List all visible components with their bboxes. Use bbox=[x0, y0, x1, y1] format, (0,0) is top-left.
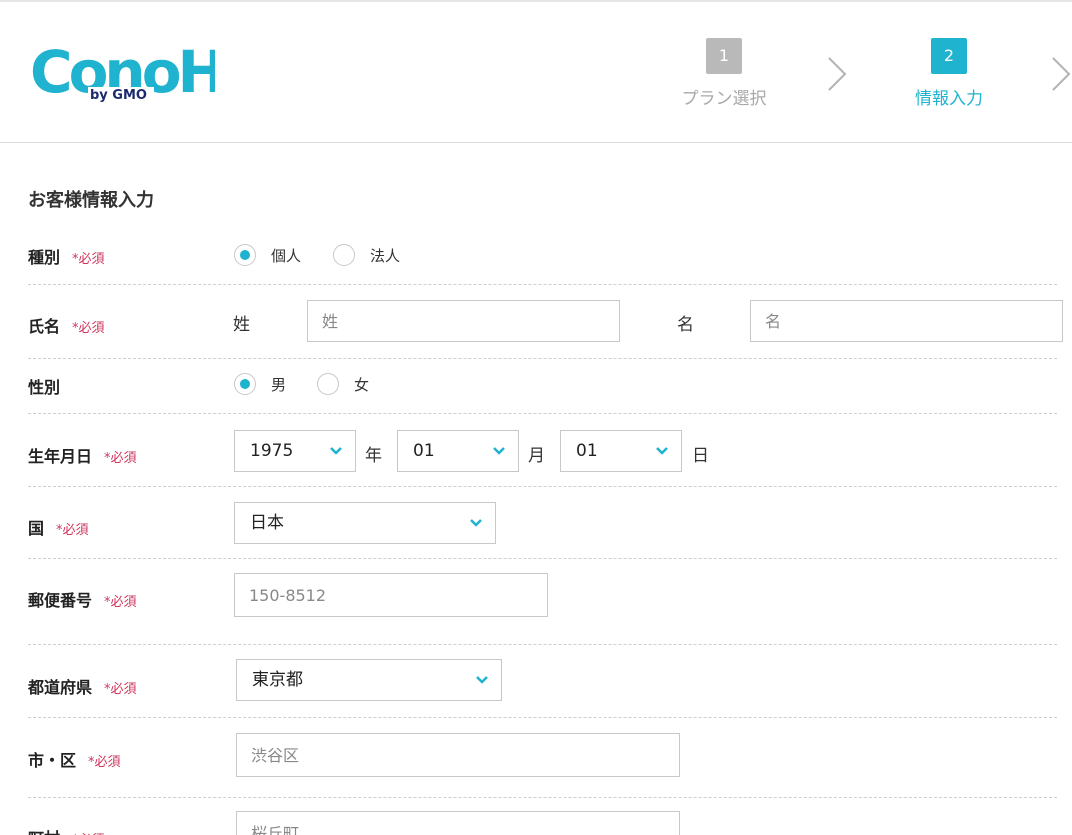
label-text: 都道府県 bbox=[28, 678, 93, 697]
field-label: 国 *必須 bbox=[28, 515, 89, 539]
required-mark: *必須 bbox=[104, 595, 137, 610]
day-unit: 日 bbox=[692, 446, 709, 466]
required-mark: *必須 bbox=[72, 321, 105, 336]
chevron-right-icon bbox=[1052, 57, 1071, 91]
step-label: プラン選択 bbox=[681, 89, 767, 109]
chevron-down-icon bbox=[656, 447, 668, 455]
birth-day-select[interactable]: 01 bbox=[560, 430, 682, 472]
chevron-down-icon bbox=[493, 447, 505, 455]
step-plan-select: 1 プラン選択 bbox=[669, 38, 779, 109]
required-mark: *必須 bbox=[104, 451, 137, 466]
label-text: 国 bbox=[28, 519, 45, 538]
radio-label: 法人 bbox=[370, 247, 401, 265]
row-country: 国 *必須 日本 bbox=[28, 501, 1072, 545]
town-input[interactable] bbox=[236, 811, 680, 835]
city-input[interactable] bbox=[236, 733, 680, 777]
year-unit: 年 bbox=[365, 446, 382, 466]
first-name-label: 名 bbox=[677, 315, 694, 335]
required-mark: *必須 bbox=[72, 252, 105, 267]
radio-corporate[interactable] bbox=[333, 244, 355, 266]
section-title: お客様情報入力 bbox=[28, 190, 154, 211]
header: ConoHa by GMO 1 プラン選択 2 情報入力 bbox=[0, 2, 1072, 143]
chevron-down-icon bbox=[330, 447, 342, 455]
row-town: 町村*必須 bbox=[28, 810, 1072, 835]
divider bbox=[28, 284, 1057, 285]
step-number: 2 bbox=[931, 38, 967, 74]
label-text: 生年月日 bbox=[28, 447, 93, 466]
birth-month-select[interactable]: 01 bbox=[397, 430, 519, 472]
select-value: 1975 bbox=[250, 441, 294, 461]
country-select[interactable]: 日本 bbox=[234, 502, 496, 544]
field-label: 生年月日 *必須 bbox=[28, 443, 137, 467]
divider bbox=[28, 797, 1057, 798]
field-label: 郵便番号 *必須 bbox=[28, 587, 137, 611]
chevron-right-icon bbox=[828, 57, 847, 91]
field-label: 種別 *必須 bbox=[28, 244, 105, 268]
row-name: 氏名 *必須 姓 名 bbox=[28, 298, 1072, 344]
first-name-input[interactable] bbox=[750, 300, 1063, 342]
row-postal: 郵便番号 *必須 bbox=[28, 573, 1072, 619]
conoha-logo[interactable]: ConoHa by GMO bbox=[30, 38, 261, 108]
field-label: 町村*必須 bbox=[28, 825, 105, 835]
radio-label: 個人 bbox=[271, 247, 302, 265]
row-type: 種別 *必須 個人 法人 bbox=[28, 242, 1072, 272]
radio-label: 女 bbox=[354, 376, 370, 394]
label-text: 郵便番号 bbox=[28, 591, 93, 610]
last-name-input[interactable] bbox=[307, 300, 620, 342]
step-info-input: 2 情報入力 bbox=[894, 38, 1004, 109]
month-unit: 月 bbox=[528, 446, 545, 466]
select-value: 日本 bbox=[250, 513, 284, 533]
field-label: 市・区 *必須 bbox=[28, 747, 121, 771]
select-value: 01 bbox=[413, 441, 435, 461]
label-text: 種別 bbox=[28, 248, 61, 267]
postal-code-input[interactable] bbox=[234, 573, 548, 617]
divider bbox=[28, 558, 1057, 559]
label-text: 性別 bbox=[28, 378, 61, 397]
step-number: 1 bbox=[706, 38, 742, 74]
required-mark: *必須 bbox=[88, 755, 121, 770]
select-value: 01 bbox=[576, 441, 598, 461]
row-prefecture: 都道府県 *必須 東京都 bbox=[28, 659, 1072, 703]
chevron-down-icon bbox=[476, 676, 488, 684]
prefecture-select[interactable]: 東京都 bbox=[236, 659, 502, 701]
divider bbox=[28, 413, 1057, 414]
field-label: 都道府県 *必須 bbox=[28, 674, 137, 698]
chevron-down-icon bbox=[470, 519, 482, 527]
radio-female[interactable] bbox=[317, 373, 339, 395]
birth-year-select[interactable]: 1975 bbox=[234, 430, 356, 472]
row-birthday: 生年月日 *必須 1975 年 01 月 01 日 bbox=[28, 429, 1072, 473]
field-label: 性別 bbox=[28, 374, 60, 398]
label-text: 市・区 bbox=[28, 751, 77, 770]
radio-male[interactable] bbox=[234, 373, 256, 395]
divider bbox=[28, 358, 1057, 359]
row-city: 市・区 *必須 bbox=[28, 732, 1072, 778]
label-text: 町村 bbox=[28, 829, 60, 835]
row-gender: 性別 男 女 bbox=[28, 372, 1072, 402]
divider bbox=[28, 717, 1057, 718]
divider bbox=[28, 644, 1057, 645]
label-text: 氏名 bbox=[28, 317, 61, 336]
field-label: 氏名 *必須 bbox=[28, 313, 105, 337]
select-value: 東京都 bbox=[252, 670, 303, 690]
required-mark: *必須 bbox=[56, 523, 89, 538]
required-mark: *必須 bbox=[104, 682, 137, 697]
logo-graphic: ConoHa by GMO bbox=[30, 38, 261, 106]
divider bbox=[28, 486, 1057, 487]
step-label: 情報入力 bbox=[915, 89, 983, 109]
radio-individual[interactable] bbox=[234, 244, 256, 266]
svg-text:by GMO: by GMO bbox=[90, 88, 147, 103]
radio-label: 男 bbox=[271, 376, 287, 394]
last-name-label: 姓 bbox=[233, 315, 250, 335]
